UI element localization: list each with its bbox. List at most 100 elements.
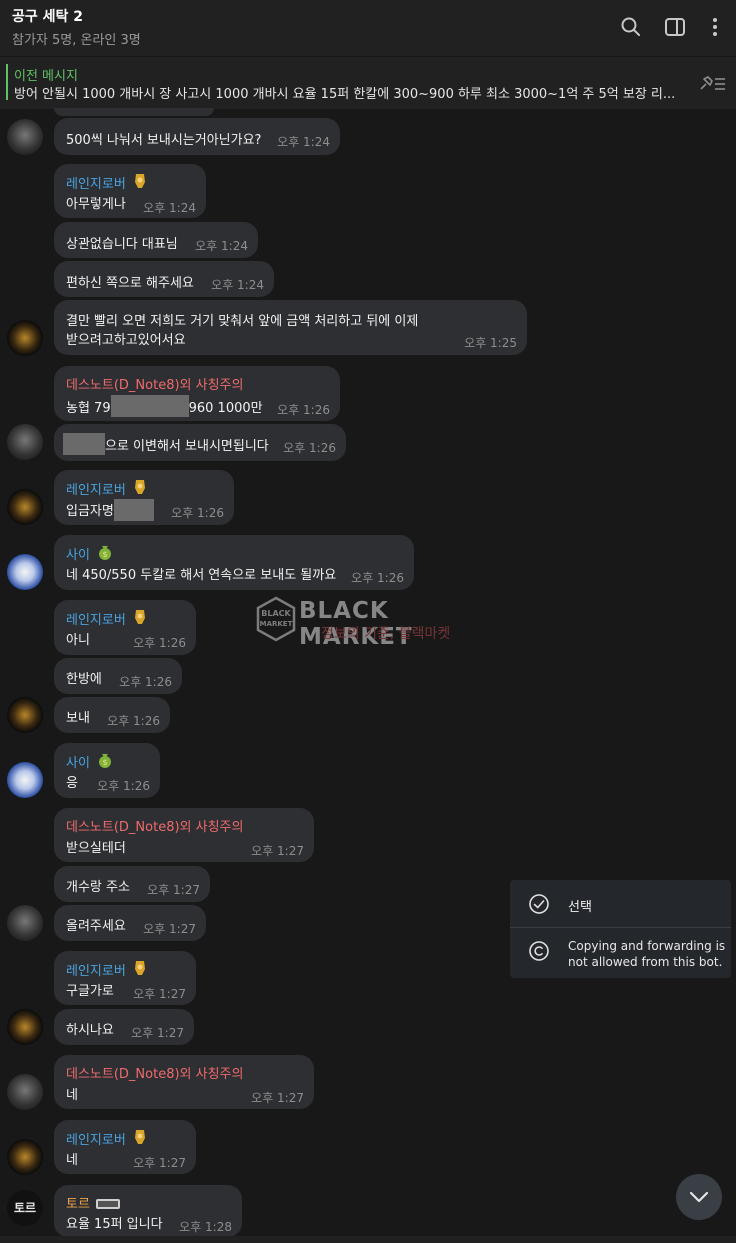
message-time: 오후 1:24	[277, 135, 330, 149]
message-bubble[interactable]: 결만 빨리 오면 저희도 거기 맞춰서 앞에 금액 처리하고 뒤에 이제 받으려…	[54, 300, 527, 355]
message-text-line: 결만 빨리 오면 저희도 거기 맞춰서 앞에 금액 처리하고 뒤에 이제	[66, 314, 419, 329]
message-text: 네	[66, 1088, 78, 1103]
svg-text:BLACK: BLACK	[261, 609, 291, 618]
message-bubble[interactable]: 레인지로버 네 오후 1:27	[54, 1120, 196, 1174]
message-sender: 레인지로버	[66, 172, 148, 192]
message-bubble[interactable]: 레인지로버 아니 오후 1:26	[54, 600, 196, 655]
avatar[interactable]	[7, 489, 43, 525]
badge-icon	[134, 610, 145, 624]
message-time: 오후 1:27	[251, 1091, 304, 1105]
message-text-line: 받으려고하고있어서요	[66, 333, 186, 348]
avatar[interactable]	[7, 119, 43, 155]
badge-icon	[134, 1130, 145, 1144]
message-bubble[interactable]: 데스노트(D_Note8)외 사칭주의 농협 79 960 1000만 오후 1:…	[54, 366, 340, 421]
avatar[interactable]	[7, 762, 43, 798]
message-text: 응	[66, 776, 78, 791]
message-bubble[interactable]: 토르 요율 15퍼 입니다 오후 1:28	[54, 1185, 242, 1237]
message-time: 오후 1:24	[143, 201, 196, 215]
watermark: BLACK MARKET BLACK MARKET 정보의 기준, 블랙마켓	[255, 596, 485, 650]
avatar[interactable]	[7, 697, 43, 733]
avatar[interactable]	[7, 905, 43, 941]
message-time: 오후 1:26	[107, 714, 160, 728]
message-time: 오후 1:26	[133, 636, 186, 650]
check-circle-icon	[529, 894, 549, 914]
avatar[interactable]	[7, 554, 43, 590]
message-time: 오후 1:27	[143, 922, 196, 936]
message-text: 개수랑 주소	[66, 880, 130, 895]
badge-icon	[95, 1199, 120, 1209]
message-time: 오후 1:27	[133, 1156, 186, 1170]
chat-subtitle: 참가자 5명, 온라인 3명	[12, 33, 141, 48]
copy-restriction-notice: Copying and forwarding is not allowed fr…	[568, 939, 726, 969]
message-text: 요율 15퍼 입니다	[66, 1217, 163, 1232]
message-bubble[interactable]: 하시나요 오후 1:27	[54, 1009, 194, 1045]
message-bubble[interactable]: 개수랑 주소 오후 1:27	[54, 866, 210, 902]
menu-item-select[interactable]: 선택	[568, 896, 592, 915]
message-text: 보내	[66, 711, 90, 726]
avatar[interactable]	[7, 1074, 43, 1110]
message-sender: 데스노트(D_Note8)외 사칭주의	[66, 820, 244, 835]
message-time: 오후 1:26	[97, 779, 150, 793]
message-bubble[interactable]: 데스노트(D_Note8)외 사칭주의 받으실테더 오후 1:27	[54, 808, 314, 862]
pin-list-icon[interactable]	[698, 73, 728, 93]
message-bubble[interactable]: 사이 $ 네 450/550 두칼로 해서 연속으로 보내도 될까요 오후 1:2…	[54, 535, 414, 590]
message-time: 오후 1:26	[283, 441, 336, 455]
message-bubble[interactable]: 데스노트(D_Note8)외 사칭주의 네 오후 1:27	[54, 1055, 314, 1109]
context-menu: 선택 Copying and forwarding is not allowed…	[510, 880, 731, 978]
chat-title[interactable]: 공구 세탁 2	[12, 6, 83, 26]
message-time: 오후 1:26	[277, 403, 330, 417]
watermark-subtitle: 정보의 기준, 블랙마켓	[321, 626, 451, 642]
menu-divider	[510, 927, 731, 928]
search-icon[interactable]	[620, 16, 642, 38]
message-text: 받으실테더	[66, 841, 126, 856]
message-bubble	[54, 108, 214, 116]
message-text: 편하신 쪽으로 해주세요	[66, 276, 194, 291]
avatar[interactable]	[7, 1009, 43, 1045]
message-sender: 데스노트(D_Note8)외 사칭주의	[66, 378, 244, 393]
message-bubble[interactable]: 사이 $ 응 오후 1:26	[54, 743, 160, 798]
svg-text:$: $	[102, 550, 107, 559]
copyright-icon	[529, 941, 549, 961]
message-text: 아니	[66, 633, 90, 648]
more-vertical-icon[interactable]	[704, 16, 726, 38]
message-time: 오후 1:27	[251, 844, 304, 858]
pinned-message-label: 이전 메시지	[14, 69, 78, 84]
message-text: 입금자명	[66, 499, 154, 521]
message-time: 오후 1:26	[119, 675, 172, 689]
pinned-message-text: 방어 안될시 1000 개바시 장 사고시 1000 개바시 요율 15퍼 한칼…	[14, 87, 676, 102]
message-time: 오후 1:24	[211, 278, 264, 292]
message-bubble[interactable]: 레인지로버 아무렇게나 오후 1:24	[54, 164, 206, 218]
message-bubble[interactable]: 한방에 오후 1:26	[54, 658, 182, 694]
message-bubble[interactable]: 편하신 쪽으로 해주세요 오후 1:24	[54, 261, 274, 297]
message-time: 오후 1:26	[351, 571, 404, 585]
message-bubble[interactable]: 보내 오후 1:26	[54, 697, 170, 733]
message-text: 농협 79 960 1000만	[66, 395, 263, 417]
message-sender: 레인지로버	[66, 959, 148, 979]
message-sender: 사이 $	[66, 543, 114, 563]
message-bubble[interactable]: 레인지로버 구글가로 오후 1:27	[54, 951, 196, 1005]
message-time: 오후 1:26	[171, 506, 224, 520]
scroll-to-bottom-button[interactable]	[676, 1174, 722, 1220]
message-sender: 사이 $	[66, 751, 114, 771]
message-text: 으로 이변해서 보내시면됩니다	[63, 433, 269, 455]
avatar[interactable]	[7, 1139, 43, 1175]
message-bubble[interactable]: 레인지로버 입금자명 오후 1:26	[54, 470, 234, 525]
message-bubble[interactable]: 500씩 나눠서 보내시는거아닌가요? 오후 1:24	[54, 118, 340, 155]
sidebar-toggle-icon[interactable]	[664, 16, 686, 38]
avatar[interactable]	[7, 424, 43, 460]
message-text: 상관없습니다 대표님	[66, 237, 178, 252]
message-bubble[interactable]: 상관없습니다 대표님 오후 1:24	[54, 222, 258, 258]
avatar[interactable]	[7, 320, 43, 356]
message-sender: 레인지로버	[66, 478, 148, 498]
message-text: 네	[66, 1153, 78, 1168]
avatar[interactable]: 토르	[7, 1190, 43, 1226]
redaction-block	[63, 433, 105, 455]
message-time: 오후 1:28	[179, 1220, 232, 1234]
redaction-block	[113, 499, 154, 521]
message-bubble[interactable]: 올려주세요 오후 1:27	[54, 905, 206, 941]
message-bubble[interactable]: 으로 이변해서 보내시면됩니다 오후 1:26	[54, 424, 346, 461]
message-text: 500씩 나눠서 보내시는거아닌가요?	[66, 133, 262, 148]
pinned-accent-bar	[6, 64, 8, 100]
message-time: 오후 1:25	[464, 336, 517, 350]
message-time: 오후 1:27	[147, 883, 200, 897]
